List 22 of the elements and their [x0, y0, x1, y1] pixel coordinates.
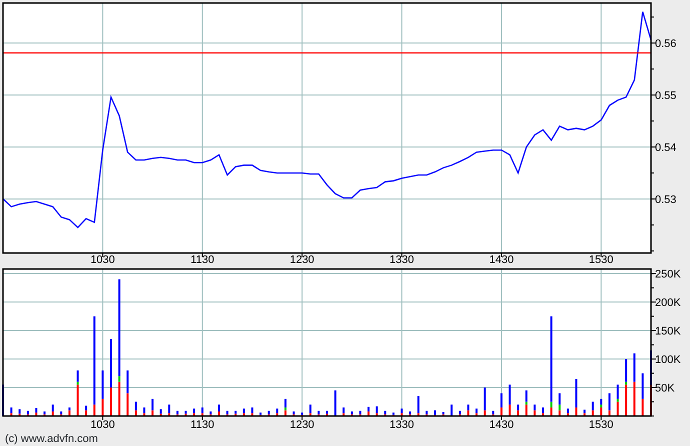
y-axis-label: 250K [655, 268, 681, 281]
y-axis-label: 50K [655, 382, 675, 394]
x-axis-label: 1130 [190, 419, 214, 431]
x-axis-label: 1230 [290, 419, 314, 431]
copyright-text: (c) www.advfn.com [5, 433, 98, 445]
x-axis-label: 1330 [390, 419, 414, 431]
y-axis-label: 0.53 [655, 194, 676, 206]
x-axis-label: 1030 [90, 254, 115, 266]
y-axis-label: 0.56 [655, 38, 676, 50]
x-axis-label: 1430 [489, 419, 514, 431]
x-axis-label: 1530 [588, 419, 614, 431]
y-axis-label: 150K [655, 326, 681, 338]
x-axis-label: 1430 [489, 254, 514, 266]
y-axis-label: 0.54 [655, 142, 676, 154]
y-axis-label: 100K [655, 354, 681, 366]
x-axis-label: 1530 [588, 254, 614, 266]
y-axis-label: 0.55 [655, 90, 676, 102]
x-axis-label: 1230 [290, 254, 314, 266]
x-axis-label: 1130 [190, 254, 214, 266]
x-axis-label: 1030 [90, 419, 115, 431]
x-axis-label: 1330 [390, 254, 414, 266]
y-axis-label: 200K [655, 297, 681, 310]
